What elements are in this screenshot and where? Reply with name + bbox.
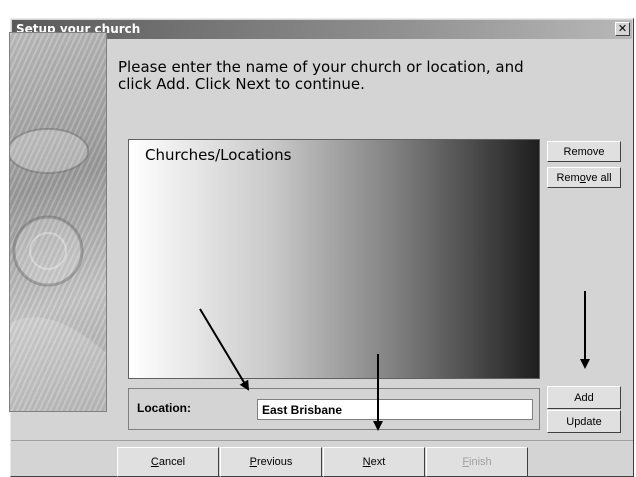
update-button[interactable]: Update	[547, 410, 621, 433]
remove-button[interactable]: Remove	[547, 141, 621, 162]
previous-button[interactable]: Previous	[220, 447, 322, 477]
decorative-globe-icon	[10, 128, 106, 411]
instructions-text: Please enter the name of your church or …	[118, 58, 524, 93]
close-icon[interactable]: ✕	[615, 22, 630, 36]
cancel-button[interactable]: Cancel	[117, 447, 219, 477]
footer-divider	[11, 440, 633, 441]
location-input[interactable]	[257, 399, 533, 420]
decorative-side-image	[9, 32, 107, 412]
churches-listbox[interactable]: Churches/Locations	[128, 139, 540, 379]
list-header: Churches/Locations	[145, 146, 292, 164]
next-button[interactable]: Next	[323, 447, 425, 477]
finish-button[interactable]: Finish	[426, 447, 528, 477]
add-button[interactable]: Add	[547, 386, 621, 409]
remove-all-button[interactable]: Rem o ve all	[547, 167, 621, 188]
location-label: Location:	[137, 401, 191, 415]
